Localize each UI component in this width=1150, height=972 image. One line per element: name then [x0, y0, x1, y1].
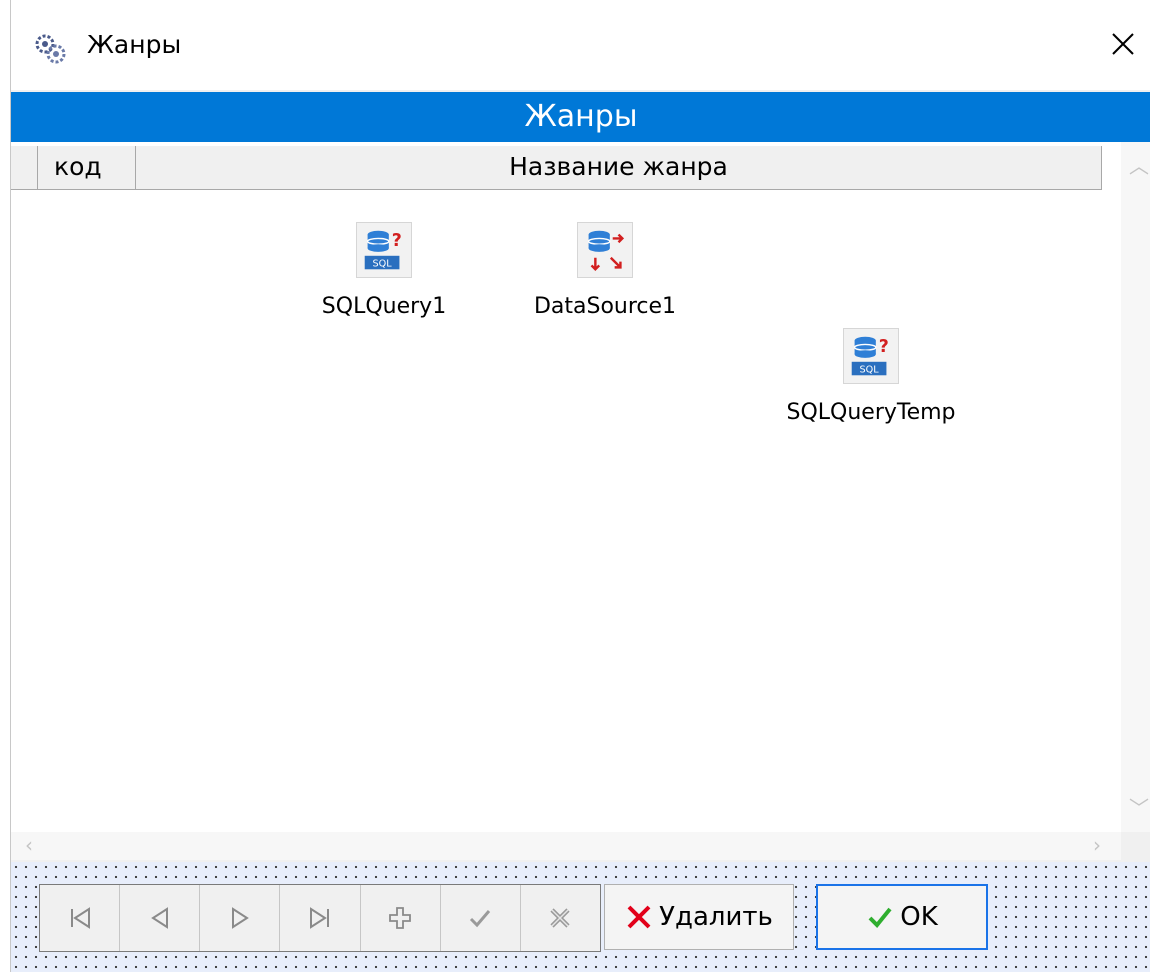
- horizontal-scrollbar[interactable]: ‹ ›: [11, 832, 1121, 860]
- datasource-icon: [577, 222, 633, 278]
- nav-insert-button[interactable]: [361, 885, 441, 951]
- db-navigator: [39, 884, 601, 952]
- sqlquery1-component[interactable]: ? SQL SQLQuery1: [309, 222, 459, 319]
- scroll-right-icon[interactable]: ›: [1093, 835, 1101, 855]
- vertical-scrollbar[interactable]: ︿ ﹀: [1121, 142, 1150, 832]
- sql-query-icon: ? SQL: [356, 222, 412, 278]
- row-indicator-header: [11, 146, 38, 190]
- delete-button-label: Удалить: [659, 902, 773, 932]
- datasource1-component[interactable]: DataSource1: [515, 222, 695, 319]
- nav-next-button[interactable]: [200, 885, 281, 951]
- prior-record-icon: [150, 907, 168, 929]
- insert-record-icon: [389, 907, 412, 929]
- cancel-record-icon: [550, 908, 570, 928]
- last-record-icon: [309, 907, 329, 929]
- nav-first-button[interactable]: [40, 885, 121, 951]
- ok-button-label: OK: [900, 902, 938, 932]
- svg-text:?: ?: [392, 231, 402, 251]
- scroll-left-icon[interactable]: ‹: [25, 835, 33, 855]
- nav-cancel-button[interactable]: [521, 885, 600, 951]
- genres-grid[interactable]: код Название жанра ? SQL SQLQuery1 DataS…: [11, 142, 1150, 860]
- delete-x-icon: [627, 905, 651, 929]
- next-record-icon: [231, 907, 249, 929]
- sql-query-icon: ? SQL: [843, 328, 899, 384]
- column-header-genre-name[interactable]: Название жанра: [136, 146, 1102, 190]
- post-record-icon: [470, 910, 491, 928]
- window-title: Жанры: [87, 30, 182, 59]
- scroll-down-icon[interactable]: ﹀: [1129, 798, 1149, 818]
- column-header-code[interactable]: код: [38, 146, 136, 190]
- first-record-icon: [70, 907, 90, 929]
- nav-post-button[interactable]: [441, 885, 521, 951]
- scroll-up-icon[interactable]: ︿: [1129, 156, 1149, 176]
- title-bar: Жанры: [11, 0, 1150, 90]
- nav-prior-button[interactable]: [120, 885, 201, 951]
- close-icon[interactable]: [1103, 24, 1143, 64]
- genres-window: Жанры Жанры код Название жанра ? SQL SQL…: [10, 0, 1150, 972]
- component-label: SQLQueryTemp: [786, 400, 956, 425]
- svg-text:SQL: SQL: [860, 364, 880, 375]
- delete-button[interactable]: Удалить: [604, 884, 794, 950]
- component-label: SQLQuery1: [321, 294, 447, 319]
- nav-last-button[interactable]: [280, 885, 361, 951]
- bottom-toolbar: Удалить OK: [11, 862, 1150, 972]
- component-label: DataSource1: [533, 294, 677, 319]
- svg-text:SQL: SQL: [373, 258, 393, 269]
- form-banner: Жанры: [11, 92, 1150, 142]
- scrollbar-corner: [1121, 832, 1150, 860]
- ok-button[interactable]: OK: [816, 884, 988, 950]
- check-icon: [868, 907, 892, 928]
- app-gear-icon: [35, 34, 66, 64]
- svg-text:?: ?: [879, 337, 889, 357]
- sqlquerytemp-component[interactable]: ? SQL SQLQueryTemp: [771, 328, 971, 425]
